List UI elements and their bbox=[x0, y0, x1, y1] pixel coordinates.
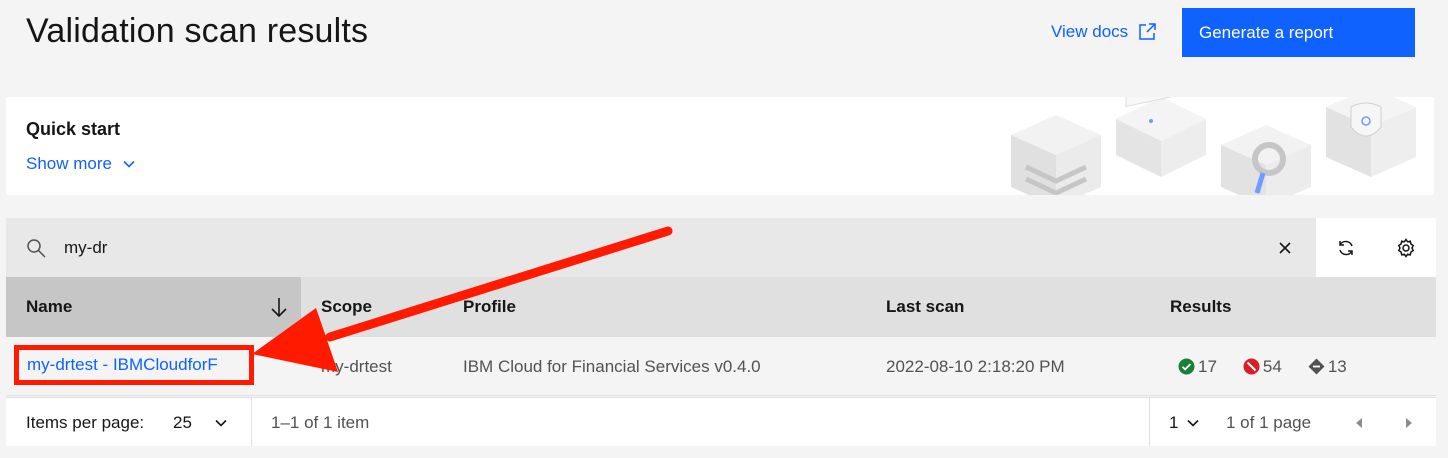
cell-scope: my-drtest bbox=[321, 356, 392, 376]
items-per-page-select[interactable]: 25 bbox=[173, 398, 228, 447]
checkmark-filled-icon bbox=[1178, 358, 1195, 375]
settings-icon bbox=[1397, 237, 1415, 258]
result-unable-count: 13 bbox=[1327, 356, 1347, 376]
table-row: my-drtest - IBMCloudforF my-drtest IBM C… bbox=[6, 337, 1436, 396]
page-total-text: 1 of 1 page bbox=[1226, 412, 1312, 432]
renew-icon bbox=[1339, 240, 1353, 255]
view-docs-link[interactable]: View docs bbox=[1051, 22, 1156, 42]
search-box bbox=[6, 218, 1316, 277]
result-passed: 17 bbox=[1178, 357, 1217, 377]
scan-name-link[interactable]: my-drtest - IBMCloudforF bbox=[14, 345, 254, 385]
cell-last-scan: 2022-08-10 2:18:20 PM bbox=[886, 356, 1065, 376]
unknown-filled-icon bbox=[1308, 358, 1325, 375]
result-failed-count: 54 bbox=[1262, 356, 1282, 376]
column-header-name-label: Name bbox=[26, 297, 73, 316]
chevron-down-icon bbox=[123, 160, 135, 168]
quick-start-illustration bbox=[1011, 97, 1416, 195]
items-per-page-label: Items per page: bbox=[26, 412, 145, 432]
result-unable: 13 bbox=[1308, 357, 1347, 377]
view-docs-label: View docs bbox=[1051, 22, 1129, 41]
misuse-icon bbox=[1243, 358, 1260, 375]
pagination-divider bbox=[251, 398, 252, 447]
table-toolbar bbox=[6, 218, 1436, 277]
launch-icon bbox=[1139, 23, 1156, 40]
column-header-results[interactable]: Results bbox=[1170, 277, 1231, 337]
result-passed-count: 17 bbox=[1198, 356, 1217, 376]
page-select[interactable]: 1 bbox=[1169, 398, 1200, 447]
item-range-text: 1–1 of 1 item bbox=[271, 412, 370, 432]
table-header: Name Scope Profile Last scan Results bbox=[6, 277, 1436, 337]
search-icon bbox=[27, 239, 46, 258]
column-header-last-scan[interactable]: Last scan bbox=[886, 277, 964, 337]
page-title: Validation scan results bbox=[26, 12, 369, 50]
column-header-profile[interactable]: Profile bbox=[463, 277, 516, 337]
show-more-toggle[interactable]: Show more bbox=[26, 154, 136, 174]
search-input[interactable] bbox=[64, 218, 1264, 277]
close-icon[interactable] bbox=[1276, 239, 1294, 257]
arrow-down-icon bbox=[271, 298, 287, 318]
chevron-down-icon bbox=[215, 419, 227, 427]
quick-start-title: Quick start bbox=[26, 119, 121, 139]
quick-start-panel: Quick start Show more bbox=[6, 97, 1434, 195]
chevron-down-icon bbox=[1187, 419, 1200, 427]
show-more-label: Show more bbox=[26, 154, 112, 173]
cell-results: 17 54 13 bbox=[1178, 337, 1373, 396]
settings-button[interactable] bbox=[1376, 218, 1436, 277]
column-header-scope[interactable]: Scope bbox=[321, 277, 372, 337]
generate-report-button[interactable]: Generate a report bbox=[1182, 8, 1415, 57]
refresh-button[interactable] bbox=[1316, 218, 1376, 277]
page-select-value: 1 bbox=[1169, 412, 1179, 432]
result-failed: 54 bbox=[1243, 357, 1282, 377]
column-header-name[interactable]: Name bbox=[6, 277, 301, 337]
previous-page-button[interactable] bbox=[1336, 398, 1381, 447]
pagination-divider bbox=[1149, 398, 1150, 447]
cell-profile: IBM Cloud for Financial Services v0.4.0 bbox=[463, 356, 761, 376]
items-per-page-value: 25 bbox=[173, 412, 192, 432]
pagination: Items per page: 25 1–1 of 1 item 1 1 of … bbox=[6, 397, 1436, 447]
caret-right-icon bbox=[1405, 417, 1412, 428]
caret-left-icon bbox=[1355, 417, 1362, 428]
next-page-button[interactable] bbox=[1386, 398, 1431, 447]
